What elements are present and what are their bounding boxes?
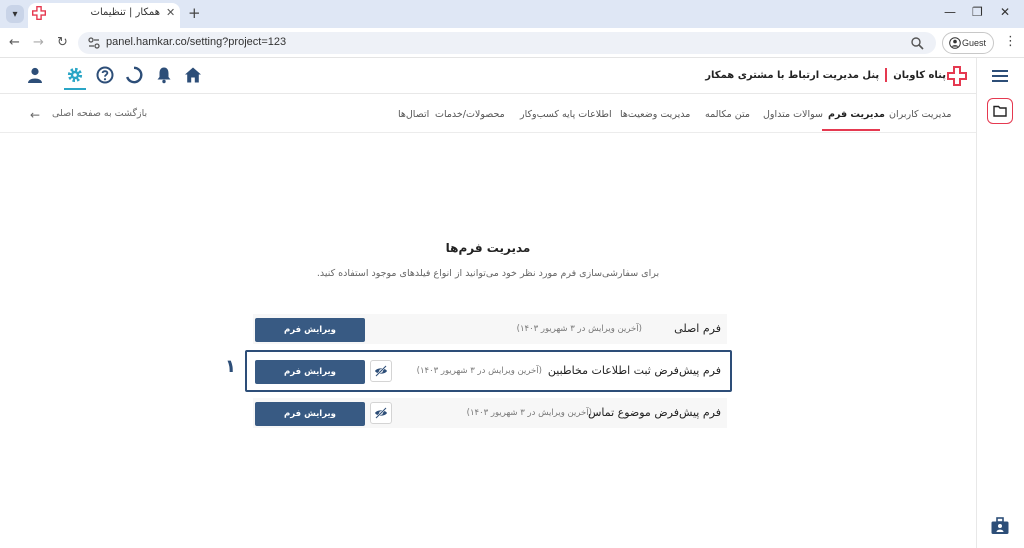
app-favicon-icon [32,6,46,20]
highlight-box [245,350,732,392]
browser-toolbar: ← → ↻ panel.hamkar.co/setting?project=12… [0,28,1024,58]
form-row: ویرایش فرم (آخرین ویرایش در ۳ شهریور ۱۴۰… [253,314,727,344]
hide-form-button[interactable] [370,402,392,424]
brand-subtitle: پنل مدیریت ارتباط با مشتری همکار [705,69,880,81]
address-bar[interactable]: panel.hamkar.co/setting?project=123 [78,32,936,54]
tab-products[interactable]: محصولات/خدمات [435,109,505,120]
settings-tabs: مدیریت کاربران مدیریت فرم سوالات متداول … [0,95,976,133]
form-row: ویرایش فرم (آخرین ویرایش در ۳ شهریور ۱۴۰… [253,398,727,428]
form-last-edit: (آخرین ویرایش در ۳ شهریور ۱۴۰۳) [516,324,642,334]
tab-users[interactable]: مدیریت کاربران [889,109,951,120]
url-text: panel.hamkar.co/setting?project=123 [106,36,287,48]
browser-tabstrip: ▾ همکار | تنظیمات ✕ + — ❐ ✕ [0,0,1024,28]
folder-button[interactable] [987,98,1013,124]
tab-status-management[interactable]: مدیریت وضعیت‌ها [620,109,690,120]
home-icon[interactable] [184,66,202,84]
brand-separator [885,68,888,82]
folder-icon [993,105,1007,117]
tab-form-management[interactable]: مدیریت فرم [828,109,885,120]
page-title: مدیریت فرم‌ها [445,241,531,255]
bell-icon[interactable] [155,66,173,84]
form-name: فرم پیش‌فرض موضوع تماس [587,406,721,419]
profile-button[interactable]: Guest [942,32,994,54]
tab-search-button[interactable]: ▾ [6,5,24,23]
back-arrow-icon[interactable]: ← [30,108,40,122]
active-icon-indicator [64,88,86,90]
form-name: فرم اصلی [674,322,721,335]
brand-name: پناه کاوبان [893,69,946,81]
profile-label: Guest [961,38,986,48]
eye-off-icon [375,407,387,419]
zoom-icon[interactable] [910,36,924,50]
maximize-icon[interactable]: ❐ [972,5,983,19]
gear-icon[interactable] [66,66,84,84]
tab-business-info[interactable]: اطلاعات پایه کسب‌وکار [520,109,612,120]
forward-icon[interactable]: → [33,35,44,50]
hamburger-menu-icon[interactable] [991,68,1009,84]
reload-icon[interactable]: ↻ [57,35,68,50]
tab-conversation-text[interactable]: متن مکالمه [705,109,750,120]
site-settings-icon[interactable] [87,36,101,50]
new-tab-icon[interactable]: + [188,4,201,22]
form-last-edit: (آخرین ویرایش در ۳ شهریور ۱۴۰۳) [466,408,592,418]
window-close-icon[interactable]: ✕ [1000,5,1010,19]
active-tab-indicator [822,129,880,131]
tab-faq[interactable]: سوالات متداول [763,109,823,120]
briefcase-icon[interactable] [990,516,1010,536]
right-sidebar [976,58,1024,548]
step-marker: ۱ [225,356,236,377]
browser-tab-title: همکار | تنظیمات [90,7,160,18]
back-icon[interactable]: ← [9,35,20,50]
edit-form-button[interactable]: ویرایش فرم [255,318,365,342]
app-header: پناه کاوبان پنل مدیریت ارتباط با مشتری ه… [0,58,976,94]
browser-menu-icon[interactable]: ⋮ [1004,34,1017,49]
help-icon[interactable] [96,66,114,84]
user-icon[interactable] [26,66,44,84]
minimize-icon[interactable]: — [944,5,956,19]
brand-logo-icon [947,66,967,86]
back-to-home-link[interactable]: بازگشت به صفحه اصلی [52,108,147,119]
brand: پناه کاوبان پنل مدیریت ارتباط با مشتری ه… [705,68,946,82]
page-subtitle: برای سفارشی‌سازی فرم مورد نظر خود می‌توا… [316,268,660,279]
tab-close-icon[interactable]: ✕ [166,6,175,19]
profile-icon [949,37,961,49]
tab-integrations[interactable]: اتصال‌ها [398,109,429,120]
edit-form-button[interactable]: ویرایش فرم [255,402,365,426]
loading-icon[interactable] [125,66,143,84]
